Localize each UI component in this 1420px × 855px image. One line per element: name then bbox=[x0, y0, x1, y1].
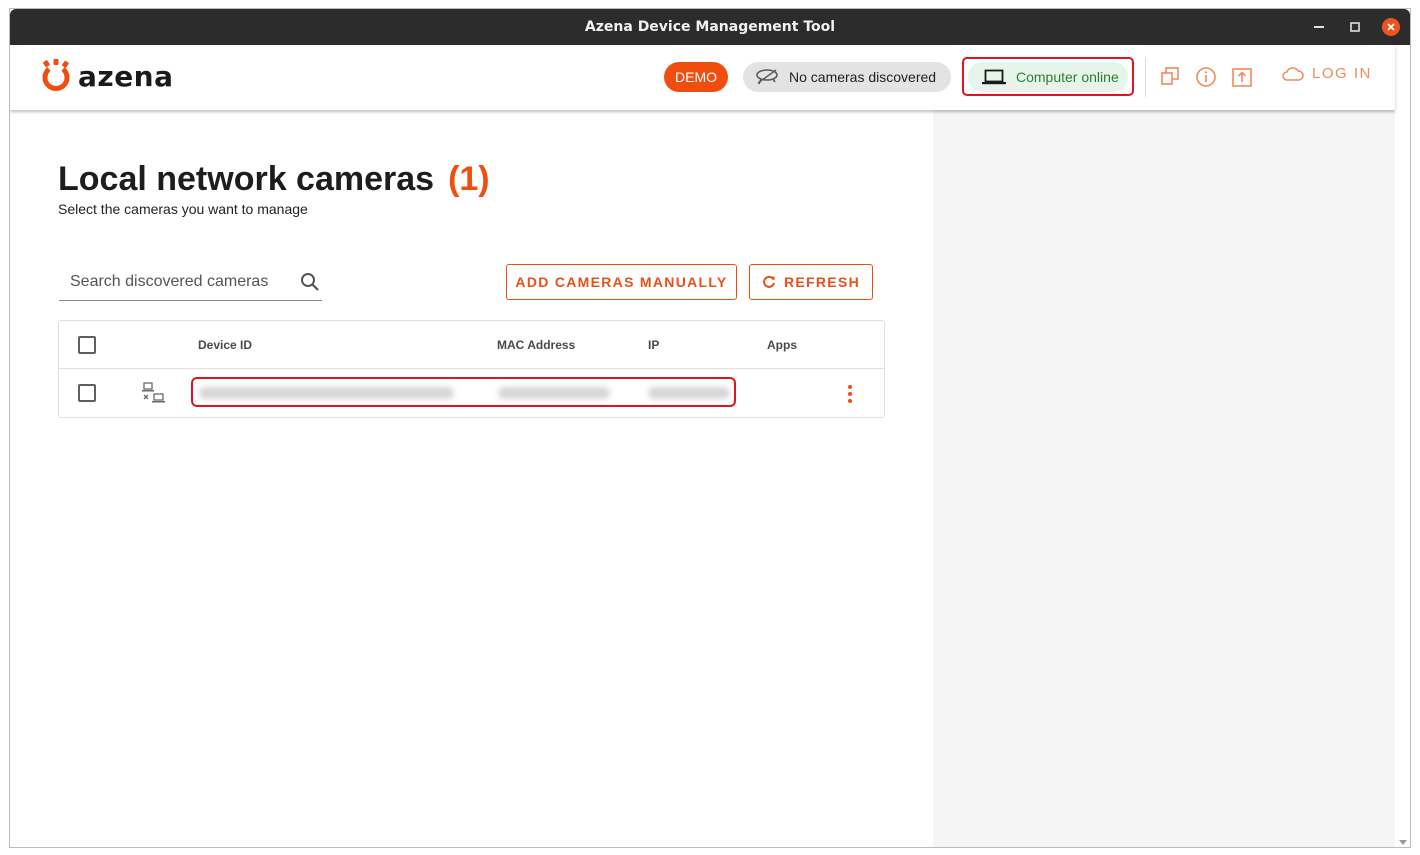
header-divider bbox=[1145, 57, 1146, 97]
maximize-icon bbox=[1350, 22, 1360, 32]
refresh-icon bbox=[763, 275, 775, 288]
app-header: azena DEMO No cameras discovered Compute… bbox=[10, 45, 1395, 110]
refresh-label: REFRESH bbox=[784, 274, 860, 290]
upload-button[interactable] bbox=[1230, 65, 1254, 89]
camera-count: (1) bbox=[448, 160, 490, 198]
page-subtitle: Select the cameras you want to manage bbox=[58, 201, 308, 217]
scroll-down-arrow[interactable] bbox=[1399, 840, 1407, 845]
title-bar: Azena Device Management Tool bbox=[10, 9, 1410, 45]
windows-icon bbox=[1161, 67, 1179, 85]
cameras-table: Device ID MAC Address IP Apps bbox=[58, 320, 885, 418]
info-icon bbox=[1196, 67, 1216, 87]
cameras-status-chip[interactable]: No cameras discovered bbox=[743, 62, 951, 92]
side-panel bbox=[933, 110, 1395, 847]
azena-logo: azena bbox=[40, 59, 174, 93]
camera-offline-icon bbox=[142, 382, 165, 403]
column-ip: IP bbox=[648, 338, 660, 352]
redacted-mac-address bbox=[498, 387, 610, 399]
demo-badge[interactable]: DEMO bbox=[664, 62, 728, 92]
row-checkbox[interactable] bbox=[78, 384, 96, 402]
add-cameras-manually-button[interactable]: ADD CAMERAS MANUALLY bbox=[506, 264, 737, 300]
switch-windows-button[interactable] bbox=[1158, 65, 1182, 89]
page-title: Local network cameras (1) bbox=[58, 160, 490, 199]
close-button[interactable] bbox=[1382, 18, 1400, 36]
column-device-id: Device ID bbox=[198, 338, 253, 352]
upload-icon bbox=[1232, 68, 1252, 87]
redacted-device-info-highlight bbox=[191, 377, 736, 407]
info-button[interactable] bbox=[1194, 65, 1218, 89]
page-title-text: Local network cameras bbox=[58, 160, 435, 198]
kebab-dot bbox=[848, 385, 852, 389]
login-button[interactable]: LOG IN bbox=[1282, 65, 1372, 82]
camera-off-icon bbox=[756, 69, 778, 85]
search-field bbox=[59, 264, 322, 301]
maximize-button[interactable] bbox=[1346, 18, 1364, 36]
table-header: Device ID MAC Address IP Apps bbox=[59, 321, 884, 369]
kebab-dot bbox=[848, 399, 852, 403]
column-mac-address: MAC Address bbox=[497, 338, 576, 352]
select-all-checkbox[interactable] bbox=[78, 336, 96, 354]
minimize-icon bbox=[1314, 26, 1324, 28]
redacted-device-id bbox=[199, 387, 454, 399]
logo-text: azena bbox=[78, 59, 174, 93]
azena-logo-icon bbox=[42, 59, 70, 91]
login-label: LOG IN bbox=[1312, 65, 1372, 82]
computer-online-text: Computer online bbox=[1016, 68, 1119, 85]
main-content: Local network cameras (1) Select the came… bbox=[10, 110, 933, 847]
kebab-dot bbox=[848, 392, 852, 396]
search-icon[interactable] bbox=[300, 272, 320, 292]
computer-online-chip[interactable]: Computer online bbox=[968, 61, 1128, 92]
laptop-icon bbox=[982, 69, 1006, 84]
row-more-menu-button[interactable] bbox=[847, 385, 853, 403]
redacted-ip bbox=[648, 387, 730, 399]
app-window: Azena Device Management Tool azena DEMO bbox=[9, 8, 1411, 848]
cloud-icon bbox=[1282, 66, 1304, 81]
computer-online-highlight: Computer online bbox=[962, 57, 1134, 96]
refresh-button[interactable]: REFRESH bbox=[749, 264, 873, 300]
table-row[interactable] bbox=[59, 369, 884, 417]
column-apps: Apps bbox=[767, 338, 797, 352]
window-title: Azena Device Management Tool bbox=[584, 19, 836, 35]
minimize-button[interactable] bbox=[1310, 18, 1328, 36]
window-controls bbox=[1310, 9, 1400, 45]
vertical-scrollbar[interactable] bbox=[1395, 45, 1410, 847]
close-icon bbox=[1387, 23, 1395, 31]
search-input[interactable] bbox=[70, 273, 280, 291]
cameras-status-text: No cameras discovered bbox=[789, 69, 937, 85]
